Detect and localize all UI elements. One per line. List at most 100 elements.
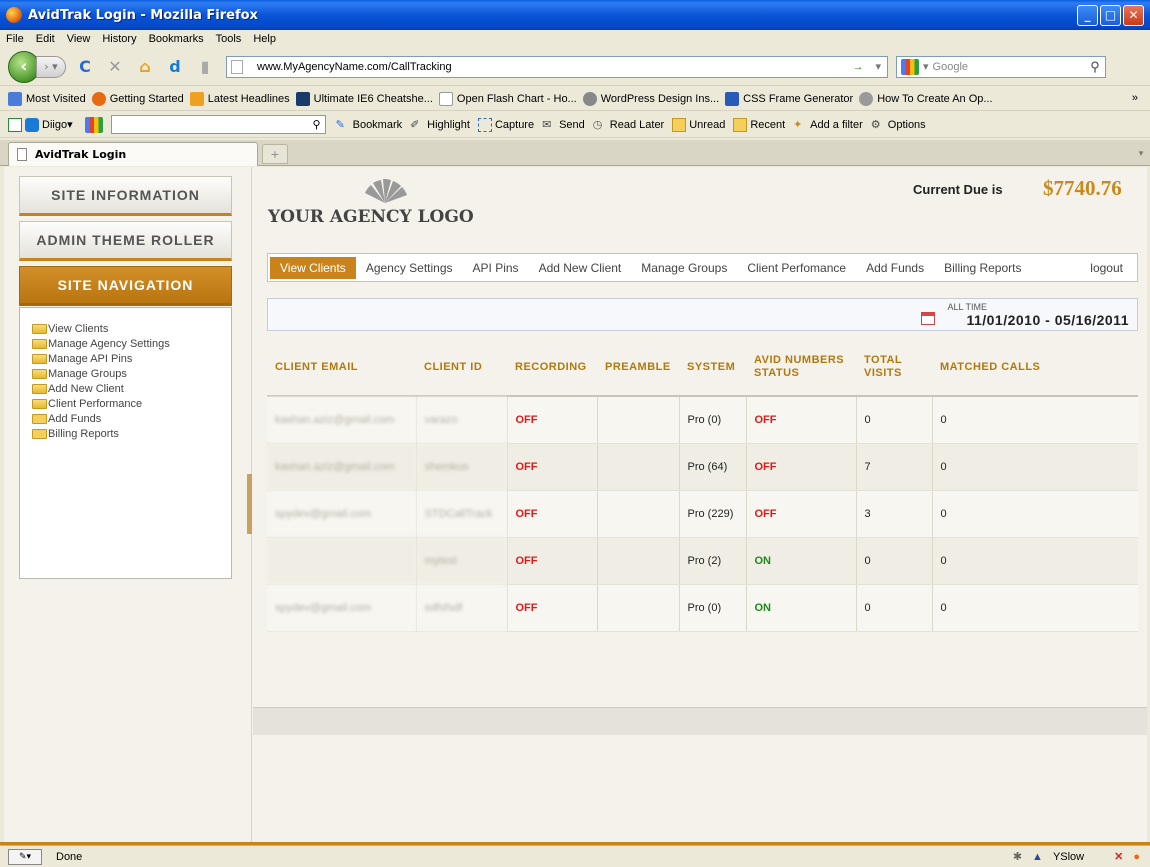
search-engine-dropdown-icon[interactable]: ▾: [923, 60, 929, 73]
go-arrow-icon[interactable]: →: [852, 61, 863, 73]
table-row[interactable]: spydev@gmail.com sdfsfsdf OFF Pro (0) ON 0 0: [267, 584, 1138, 632]
menu-file[interactable]: File: [6, 33, 24, 45]
menu-view-clients[interactable]: View Clients: [270, 256, 356, 279]
site-information-button[interactable]: SITE INFORMATION: [19, 176, 232, 216]
date-range-value[interactable]: 11/01/2010 - 05/16/2011: [966, 312, 1129, 328]
forward-button[interactable]: › ▾: [36, 55, 66, 78]
menu-view[interactable]: View: [67, 33, 91, 45]
signal-bars-icon: ▮: [200, 57, 210, 76]
nav-client-performance[interactable]: Client Performance: [32, 396, 231, 411]
bookmark-open-flash-chart[interactable]: Open Flash Chart - Ho...: [438, 91, 577, 106]
minimize-button[interactable]: _: [1077, 4, 1098, 26]
bookmark-css-frame-generator[interactable]: CSS Frame Generator: [725, 91, 853, 106]
error-icon[interactable]: ✕: [1114, 850, 1123, 863]
tab-avidtrak-login[interactable]: AvidTrak Login: [8, 142, 258, 166]
menu-tools[interactable]: Tools: [216, 33, 242, 45]
col-recording[interactable]: RECORDING: [507, 339, 597, 397]
diigo-send[interactable]: ✉ Send: [542, 118, 585, 132]
diigo-unread[interactable]: Unread: [672, 117, 725, 132]
reload-icon[interactable]: C: [74, 56, 96, 78]
cell-total-visits: 0: [856, 396, 933, 444]
site-icon: [859, 91, 874, 106]
bookmark-getting-started[interactable]: Getting Started: [91, 91, 184, 106]
diigo-bookmark[interactable]: ✎ Bookmark: [336, 118, 403, 132]
table-row[interactable]: mytest OFF Pro (2) ON 0 0: [267, 537, 1138, 585]
nav-add-funds[interactable]: Add Funds: [32, 411, 231, 426]
maximize-button[interactable]: □: [1100, 4, 1121, 26]
address-bar[interactable]: www.MyAgencyName.com/CallTracking → ▾: [226, 55, 888, 78]
home-icon[interactable]: ⌂: [134, 56, 156, 78]
col-total-visits[interactable]: TOTAL VISITS: [856, 339, 932, 397]
search-icon[interactable]: ⚲: [313, 118, 321, 131]
bookmark-how-to-create[interactable]: How To Create An Op...: [859, 91, 993, 106]
nav-manage-api-pins[interactable]: Manage API Pins: [32, 351, 231, 366]
diigo-menu[interactable]: Diigo ▾: [25, 117, 73, 132]
menu-api-pins[interactable]: API Pins: [463, 257, 529, 279]
menu-manage-groups[interactable]: Manage Groups: [631, 257, 737, 279]
col-preamble[interactable]: PREAMBLE: [597, 339, 679, 397]
diigo-search-input[interactable]: ⚲: [110, 115, 326, 134]
menu-add-funds[interactable]: Add Funds: [856, 257, 934, 279]
google-icon[interactable]: [84, 116, 103, 133]
col-client-id[interactable]: CLIENT ID: [416, 339, 507, 397]
new-tab-button[interactable]: +: [262, 144, 288, 164]
date-range-picker[interactable]: ALL TIME 11/01/2010 - 05/16/2011: [267, 298, 1138, 331]
diigo-read-later[interactable]: ◷ Read Later: [593, 118, 664, 132]
search-placeholder[interactable]: Google: [933, 61, 1085, 73]
diigo-options[interactable]: ⚙ Options: [871, 118, 926, 132]
page-content: SITE INFORMATION ADMIN THEME ROLLER SITE…: [4, 167, 1147, 842]
addon-icon[interactable]: ✱: [1013, 850, 1022, 863]
bookmark-latest-headlines[interactable]: Latest Headlines: [189, 91, 290, 106]
diigo-recent[interactable]: Recent: [733, 117, 785, 132]
nav-manage-groups[interactable]: Manage Groups: [32, 366, 231, 381]
table-row[interactable]: kashan.aziz@gmail.com varazo OFF Pro (0) OFF…: [267, 396, 1138, 444]
nav-billing-reports[interactable]: Billing Reports: [32, 426, 231, 441]
bookmark-most-visited[interactable]: Most Visited: [8, 91, 86, 106]
nav-manage-agency-settings[interactable]: Manage Agency Settings: [32, 336, 231, 351]
diigo-d-icon[interactable]: d: [164, 56, 186, 78]
diigo-icon: [25, 117, 39, 132]
diigo-highlight[interactable]: ✐ Highlight: [410, 118, 470, 132]
menu-client-performance[interactable]: Client Perfomance: [737, 257, 856, 279]
col-matched-calls[interactable]: MATCHED CALLS: [932, 339, 1138, 397]
tab-list-icon[interactable]: ▾: [1134, 144, 1148, 164]
site-navigation-button[interactable]: SITE NAVIGATION: [19, 266, 232, 306]
col-client-email[interactable]: CLIENT EMAIL: [267, 339, 416, 397]
nav-add-new-client[interactable]: Add New Client: [32, 381, 231, 396]
menu-edit[interactable]: Edit: [36, 33, 55, 45]
options-icon: ⚙: [870, 118, 881, 131]
diigo-add-filter[interactable]: ✦ Add a filter: [793, 118, 863, 132]
menu-bookmarks[interactable]: Bookmarks: [149, 33, 204, 45]
diigo-capture[interactable]: Capture: [477, 117, 534, 132]
col-avid-numbers-status[interactable]: AVID NUMBERS STATUS: [746, 339, 856, 397]
google-icon[interactable]: [901, 58, 919, 75]
menu-history[interactable]: History: [102, 33, 136, 45]
search-icon[interactable]: ⚲: [1085, 59, 1105, 75]
nav-view-clients[interactable]: View Clients: [32, 321, 231, 336]
admin-theme-roller-button[interactable]: ADMIN THEME ROLLER: [19, 221, 232, 261]
bookmark-wordpress-design[interactable]: WordPress Design Ins...: [582, 91, 719, 106]
close-button[interactable]: ✕: [1123, 4, 1144, 26]
calendar-icon[interactable]: [921, 312, 935, 325]
status-tools-button[interactable]: ✎▾: [8, 848, 42, 865]
firebug-icon[interactable]: ●: [1133, 851, 1140, 863]
menu-agency-settings[interactable]: Agency Settings: [356, 257, 463, 279]
menu-billing-reports[interactable]: Billing Reports: [934, 257, 1031, 279]
bookmark-ie6-cheatsheet[interactable]: Ultimate IE6 Cheatshe...: [295, 91, 433, 106]
more-bookmarks-icon[interactable]: »: [1132, 92, 1138, 104]
table-row[interactable]: kashan.aziz@gmail.com shemkus OFF Pro (64) O…: [267, 443, 1138, 491]
table-row[interactable]: spydev@gmail.com STDCallTrack OFF Pro (229)…: [267, 490, 1138, 538]
sidebar-splitter[interactable]: [247, 474, 252, 534]
sidebar-toggle-icon[interactable]: [8, 117, 22, 132]
col-system[interactable]: SYSTEM: [679, 339, 746, 397]
logout-link[interactable]: logout: [1080, 257, 1133, 279]
window-titlebar: AvidTrak Login - Mozilla Firefox _ □ ✕: [0, 0, 1150, 30]
history-dropdown-icon[interactable]: ▾: [875, 60, 881, 73]
search-box[interactable]: ▾ Google ⚲: [896, 55, 1106, 78]
menu-help[interactable]: Help: [253, 33, 276, 45]
yslow-label[interactable]: YSlow: [1053, 851, 1084, 863]
yslow-icon[interactable]: ▲: [1032, 851, 1043, 863]
address-url[interactable]: www.MyAgencyName.com/CallTracking: [257, 61, 852, 73]
stop-icon[interactable]: ✕: [104, 56, 126, 78]
menu-add-new-client[interactable]: Add New Client: [529, 257, 632, 279]
